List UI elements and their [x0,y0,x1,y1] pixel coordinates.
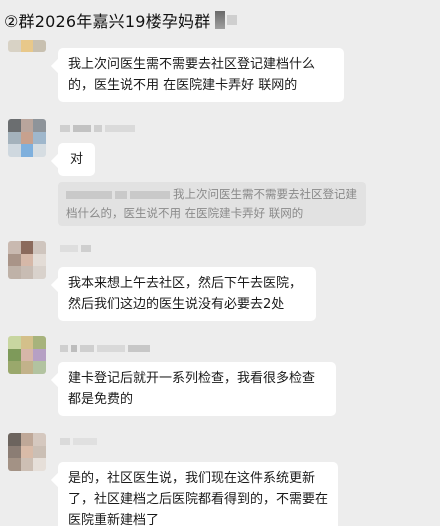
chat-header: ②群2026年嘉兴19楼孕妈群 [0,0,440,40]
message-bubble[interactable]: 对 [58,143,96,176]
quoted-message[interactable]: 我上次问医生需不需要去社区登记建档什么的，医生说不用 在医院建卡弄好 联网的 [58,182,366,226]
group-title: ②群2026年嘉兴19楼孕妈群 [4,12,211,31]
avatar[interactable] [8,336,46,374]
avatar[interactable] [8,433,46,471]
message-text: 对 [70,152,84,167]
title-mosaic [215,11,226,29]
message-text: 我上次问医生需不需要去社区登记建档什么的，医生说不用 在医院建卡弄好 联网的 [68,57,316,93]
sender-name [60,345,150,352]
message-text: 是的，社区医生说，我们现在这件系统更新了，社区建档之后医院都看得到的，不需要在医… [68,471,329,526]
message-bubble[interactable]: 我本来想上午去社区，然后下午去医院，然后我们这边的医生说没有必要去2处 [58,267,316,321]
avatar[interactable] [8,119,46,157]
title-mosaic-small [227,15,238,25]
sender-name [60,125,135,132]
message-bubble[interactable]: 是的，社区医生说，我们现在这件系统更新了，社区建档之后医院都看得到的，不需要在医… [58,462,338,526]
message-bubble[interactable]: 我上次问医生需不需要去社区登记建档什么的，医生说不用 在医院建卡弄好 联网的 [58,48,344,102]
avatar[interactable] [8,40,46,52]
sender-name [60,438,97,445]
quote-sender-mosaic [115,190,127,199]
message-text: 建卡登记后就开一系列检查，我看很多检查都是免费的 [68,371,316,407]
quote-sender-mosaic [130,190,170,199]
quote-sender-mosaic [66,190,112,199]
message-text: 我本来想上午去社区，然后下午去医院，然后我们这边的医生说没有必要去2处 [68,276,303,312]
avatar[interactable] [8,241,46,279]
message-bubble[interactable]: 建卡登记后就开一系列检查，我看很多检查都是免费的 [58,362,336,416]
sender-name [60,245,91,252]
